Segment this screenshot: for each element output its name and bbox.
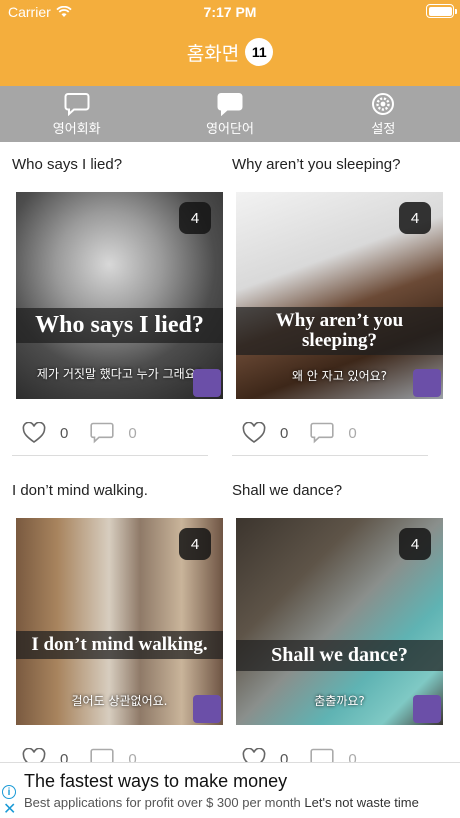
tab-conversation[interactable]: 영어회화 xyxy=(0,86,153,142)
ad-subtitle-text: Best applications for profit over $ 300 … xyxy=(24,795,301,810)
ad-title: The fastest ways to make money xyxy=(24,771,288,791)
sentence-count-badge: 4 xyxy=(179,528,211,560)
card-korean-subtitle: 춤출까요? xyxy=(314,694,365,708)
notification-badge[interactable]: 11 xyxy=(245,38,274,66)
like-count: 0 xyxy=(60,424,69,442)
app-header: Carrier 7:17 PM 홈화면 11 xyxy=(0,0,460,86)
card-banner-text: Why aren’t you sleeping? xyxy=(236,307,443,355)
tab-vocabulary[interactable]: 영어단어 xyxy=(153,86,306,142)
ad-subtitle-strong: Let's not waste time xyxy=(304,795,419,810)
sentence-count-badge: 4 xyxy=(399,528,431,560)
card-banner-text: I don’t mind walking. xyxy=(16,631,223,659)
gear-icon xyxy=(372,92,395,115)
ad-subtitle: Best applications for profit over $ 300 … xyxy=(24,795,419,810)
card-image[interactable]: 4 Shall we dance? 춤출까요? xyxy=(236,518,443,725)
app-logo-icon xyxy=(413,695,441,723)
app-logo-icon xyxy=(413,369,441,397)
tab-label: 영어회화 xyxy=(52,121,101,137)
card-image[interactable]: 4 I don’t mind walking. 걸어도 상관없어요. xyxy=(16,518,223,725)
card-title: Why aren’t you sleeping? xyxy=(232,156,401,173)
comment-count: 0 xyxy=(348,424,357,442)
card-title: I don’t mind walking. xyxy=(12,482,148,499)
comment-icon[interactable] xyxy=(310,422,334,444)
sentence-count-badge: 4 xyxy=(399,202,431,234)
ad-close-icon[interactable]: ✕ xyxy=(3,799,16,818)
card-korean-subtitle: 제가 거짓말 했다고 누가 그래요? xyxy=(36,367,203,381)
app-logo-icon xyxy=(193,695,221,723)
heart-icon[interactable] xyxy=(242,422,266,444)
card-title: Shall we dance? xyxy=(232,482,343,499)
nav-title-bar: 홈화면 11 xyxy=(0,38,460,66)
tab-bar: 영어회화 영어단어 설정 xyxy=(0,86,460,142)
ad-banner[interactable]: i ✕ The fastest ways to make money Best … xyxy=(0,762,460,818)
status-bar: Carrier 7:17 PM xyxy=(0,0,460,24)
card-korean-subtitle: 왜 안 자고 있어요? xyxy=(291,369,388,383)
status-time: 7:17 PM xyxy=(203,4,257,20)
card-image[interactable]: 4 Who says I lied? 제가 거짓말 했다고 누가 그래요? xyxy=(16,192,223,399)
divider xyxy=(232,455,428,456)
card-actions: 0 0 xyxy=(242,422,379,444)
page-title: 홈화면 xyxy=(186,42,240,65)
speech-bubble-outline-icon xyxy=(64,92,90,116)
battery-icon xyxy=(426,4,457,18)
tab-settings[interactable]: 설정 xyxy=(307,86,460,142)
divider xyxy=(12,455,208,456)
card-title: Who says I lied? xyxy=(12,156,123,173)
card-banner-text: Shall we dance? xyxy=(236,640,443,671)
tab-label: 설정 xyxy=(371,121,396,137)
app-logo-icon xyxy=(193,369,221,397)
card-korean-subtitle: 걸어도 상관없어요. xyxy=(71,694,168,708)
speech-bubble-filled-icon xyxy=(217,92,243,116)
ad-info-icon[interactable]: i xyxy=(2,785,16,799)
comment-count: 0 xyxy=(128,424,137,442)
card-image[interactable]: 4 Why aren’t you sleeping? 왜 안 자고 있어요? xyxy=(236,192,443,399)
like-count: 0 xyxy=(280,424,289,442)
comment-icon[interactable] xyxy=(90,422,114,444)
sentence-count-badge: 4 xyxy=(179,202,211,234)
heart-icon[interactable] xyxy=(22,422,46,444)
tab-label: 영어단어 xyxy=(206,121,254,137)
card-actions: 0 0 xyxy=(22,422,159,444)
card-banner-text: Who says I lied? xyxy=(16,308,223,343)
